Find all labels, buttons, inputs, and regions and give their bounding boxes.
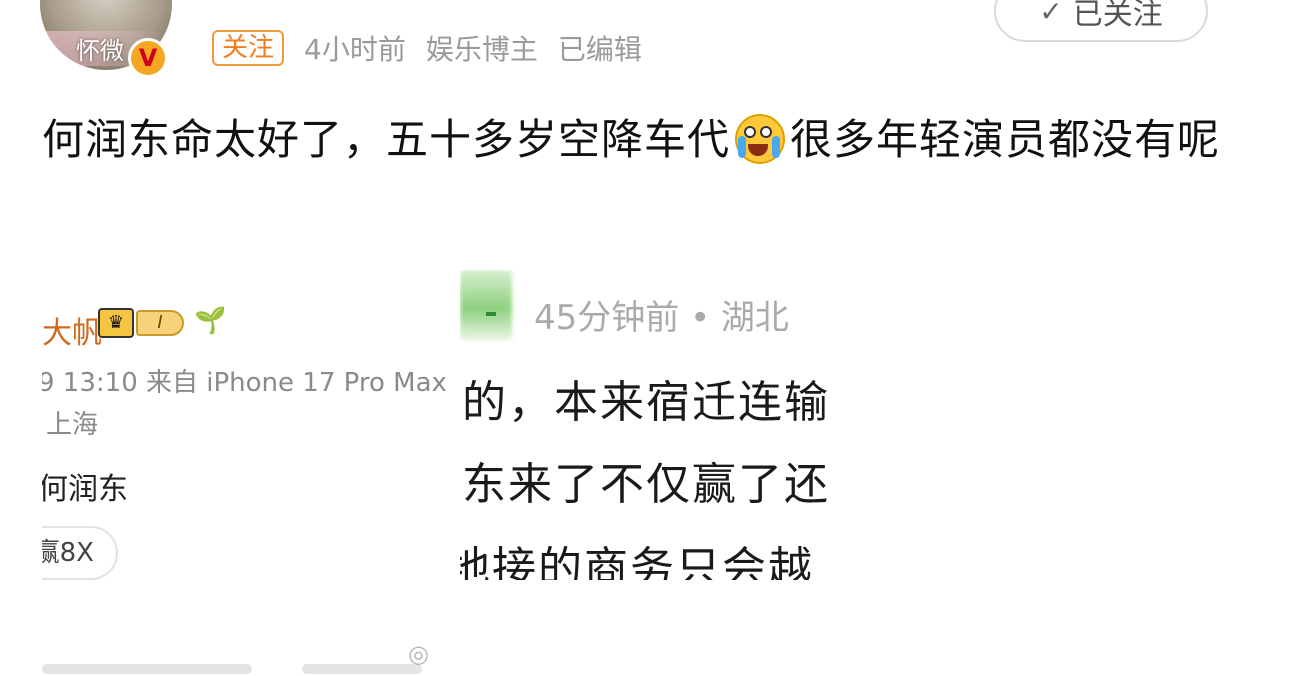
post-image-2[interactable]: 45分钟前 • 湖北 的，本来宿迁连输 东来了不仅赢了还 地接的商务只会越	[460, 270, 864, 580]
username-text: ▔▔▔▔▔▔▔▔	[212, 0, 397, 6]
placeholder-bar	[42, 664, 252, 674]
post-text-part2: 很多年轻演员都没有呢	[790, 115, 1221, 164]
followed-button-label: 已关注	[1072, 0, 1163, 32]
crown-icon: ♛	[98, 308, 134, 338]
comment-time-location: 45分钟前 • 湖北	[534, 298, 789, 338]
edited-label: 已编辑	[557, 33, 642, 66]
comment-mention: 何润东	[42, 472, 128, 507]
comment-line: 地接的商务只会越	[460, 543, 814, 580]
followed-button[interactable]: ✓ 已关注	[994, 0, 1208, 42]
avatar-mark	[486, 312, 496, 316]
post-text-part1: 何润东命太好了，五十多岁空降车代	[42, 115, 731, 164]
follow-tag[interactable]: 关注	[212, 30, 285, 66]
comment-time-source: 9 13:10 来自 iPhone 17 Pro Max	[42, 368, 446, 398]
comment-username: 大帆	[42, 316, 102, 351]
post-text: 何润东命太好了，五十多岁空降车代 很多年轻演员都没有呢	[42, 108, 1262, 172]
crying-face-icon	[732, 114, 788, 164]
post-meta: 关注 4小时前 娱乐博主 已编辑	[212, 28, 642, 68]
level-badge: I	[136, 310, 184, 336]
username-cropped[interactable]: ▔▔▔▔▔▔▔▔	[212, 0, 692, 6]
placeholder-bar	[302, 664, 422, 674]
sprout-icon: 🌱	[194, 306, 227, 336]
post-time: 4小时前	[304, 33, 406, 66]
comment-line: 东来了不仅赢了还	[462, 459, 830, 510]
check-icon: ✓	[1039, 0, 1063, 28]
weibo-post-page: 怀微 V ▔▔▔▔▔▔▔▔ 关注 4小时前 娱乐博主 已编辑 ✓ 已关注 何润东…	[0, 0, 1299, 676]
comment-pill: 赢8X	[42, 526, 118, 580]
blurred-avatar	[460, 270, 512, 340]
weibo-watermark-icon: ◎	[408, 640, 429, 668]
post-image-1[interactable]: 大帆 ♛ I 🌱 9 13:10 来自 iPhone 17 Pro Max 上海…	[42, 278, 446, 674]
author-role: 娱乐博主	[425, 33, 538, 66]
comment-location: 上海	[46, 410, 99, 440]
comment-line: 的，本来宿迁连输	[462, 377, 830, 428]
verified-badge-icon: V	[128, 38, 168, 78]
